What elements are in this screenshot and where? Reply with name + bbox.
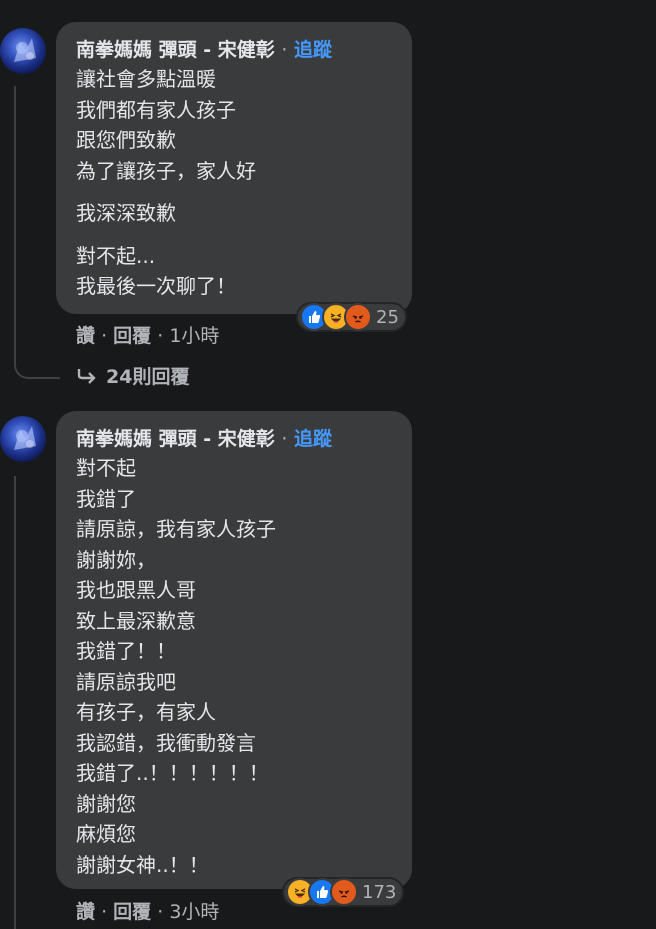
- comment-line: 對不起: [76, 456, 136, 480]
- comment-line: 謝謝妳，: [76, 547, 156, 572]
- comment-bubble: 南拳媽媽 彈頭 - 宋健彰 · 追蹤 讓社會多點溫暖 我們都有家人孩子 跟您們致…: [56, 22, 412, 314]
- reaction-count: 173: [362, 881, 397, 903]
- angry-icon: [330, 878, 358, 906]
- comment-line: 我最後一次聊了！: [76, 274, 236, 298]
- avatar-image: [14, 426, 36, 450]
- thread-line: [14, 476, 16, 929]
- avatar[interactable]: [0, 416, 46, 462]
- comment-line: 我錯了！！: [76, 639, 176, 663]
- separator-dot: ·: [281, 39, 288, 61]
- reaction-count: 25: [376, 306, 399, 328]
- comment-bubble: 南拳媽媽 彈頭 - 宋健彰 · 追蹤 對不起 我錯了 請原諒，我有家人孩子 謝謝…: [56, 411, 412, 889]
- separator-dot: ·: [157, 901, 170, 923]
- like-link[interactable]: 讚: [76, 325, 95, 347]
- comment-line: 我們都有家人孩子: [76, 97, 236, 122]
- comment-header: 南拳媽媽 彈頭 - 宋健彰 · 追蹤: [76, 36, 396, 64]
- comment-line: 請原諒我吧: [76, 669, 176, 694]
- author-name[interactable]: 南拳媽媽 彈頭 - 宋健彰: [76, 39, 275, 61]
- comment-line: 致上最深歉意: [76, 608, 196, 633]
- reaction-summary[interactable]: 25: [296, 302, 407, 332]
- comment-line: 麻煩您: [76, 822, 136, 846]
- avatar-image: [14, 38, 36, 62]
- comment-line: 我也跟黑人哥: [76, 578, 196, 602]
- separator-dot: ·: [281, 428, 288, 450]
- comment-actions: 讚 · 回覆 · 3小時: [76, 897, 219, 924]
- author-name[interactable]: 南拳媽媽 彈頭 - 宋健彰: [76, 428, 275, 450]
- reply-link[interactable]: 回覆: [113, 325, 151, 347]
- comment-line: 有孩子，有家人: [76, 700, 216, 724]
- comment-line: 我深深致歉: [76, 201, 176, 225]
- angry-icon: [344, 303, 372, 331]
- comment-line: 謝謝您: [76, 791, 136, 816]
- comment-line: 我認錯，我衝動發言: [76, 730, 256, 755]
- follow-button[interactable]: 追蹤: [294, 39, 332, 61]
- separator-dot: ·: [101, 325, 114, 347]
- comment-line: 我錯了: [76, 486, 136, 511]
- avatar[interactable]: [0, 28, 46, 74]
- comment-line: 為了讓孩子，家人好: [76, 158, 256, 183]
- comment-line: 對不起...: [76, 243, 156, 268]
- view-replies-label: 24則回覆: [106, 366, 190, 388]
- comment-line: 讓社會多點溫暖: [76, 67, 216, 91]
- view-replies-link[interactable]: 24則回覆: [76, 362, 189, 389]
- separator-dot: ·: [101, 901, 114, 923]
- thread-connector: [14, 355, 60, 379]
- timestamp[interactable]: 1小時: [169, 325, 219, 347]
- comment-line: 請原諒，我有家人孩子: [76, 517, 276, 541]
- reply-arrow-icon: [76, 367, 98, 385]
- separator-dot: ·: [157, 325, 170, 347]
- thread-line: [14, 86, 16, 358]
- comment-actions: 讚 · 回覆 · 1小時: [76, 321, 219, 348]
- comment-line: 我錯了..！！！！！！: [76, 761, 269, 785]
- timestamp[interactable]: 3小時: [169, 901, 219, 923]
- reply-link[interactable]: 回覆: [113, 901, 151, 923]
- follow-button[interactable]: 追蹤: [294, 428, 332, 450]
- comment-header: 南拳媽媽 彈頭 - 宋健彰 · 追蹤: [76, 425, 396, 453]
- comment-line: 謝謝女神..！！: [76, 852, 209, 877]
- like-link[interactable]: 讚: [76, 901, 95, 923]
- comment-line: 跟您們致歉: [76, 128, 176, 152]
- reaction-summary[interactable]: 173: [282, 877, 405, 907]
